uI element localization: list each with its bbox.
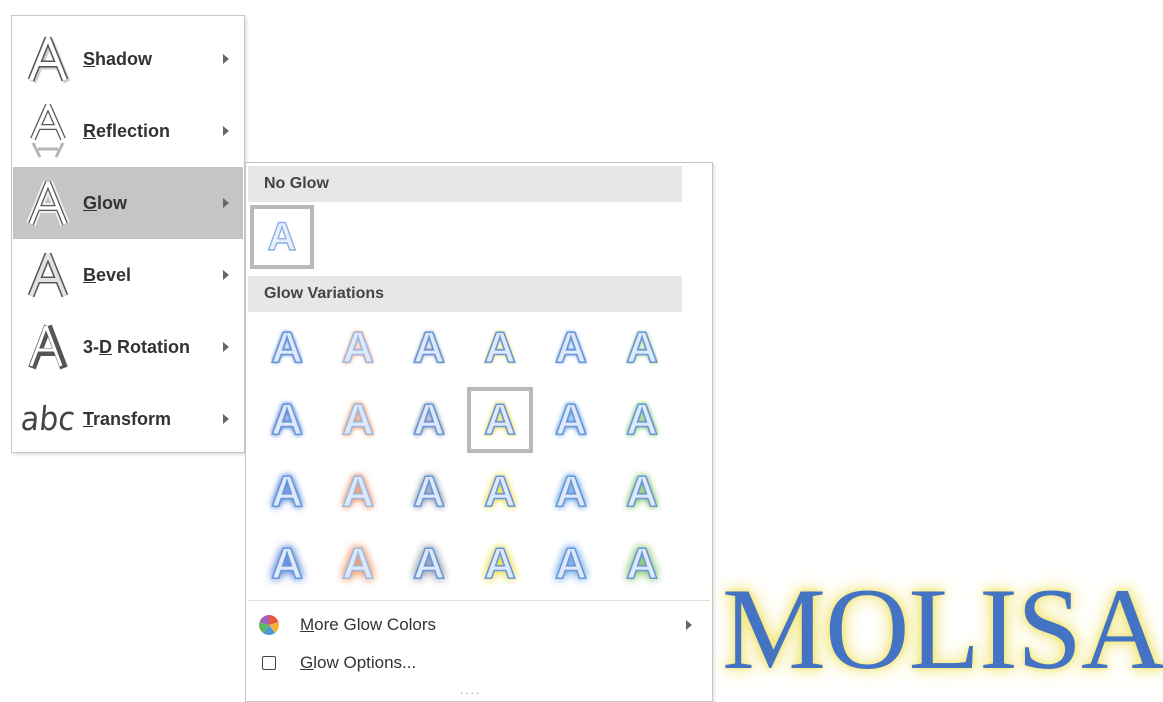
swatch-letter: A <box>270 539 303 588</box>
glow-variation-swatch[interactable]: A <box>325 387 391 453</box>
no-glow-header: No Glow <box>248 166 682 202</box>
swatch-letter: A <box>412 539 445 588</box>
swatch-letter: A <box>625 539 658 588</box>
submenu-arrow-icon <box>223 270 229 280</box>
swatch-letter: A <box>270 467 303 516</box>
resize-grip-icon[interactable]: .... <box>460 683 481 697</box>
glow-variation-swatch[interactable]: A <box>254 531 320 597</box>
glow-variation-swatch[interactable]: A <box>467 315 533 381</box>
swatch-letter: A <box>341 395 374 444</box>
swatch-letter: A <box>625 395 658 444</box>
swatch-letter: A <box>341 323 374 372</box>
menu-item-label: Glow <box>83 192 128 213</box>
glow-variation-swatch[interactable]: A <box>254 387 320 453</box>
gallery-divider <box>248 600 710 601</box>
menu-item-label: Shadow <box>83 48 153 69</box>
swatch-letter: A <box>554 323 587 372</box>
swatch-letter: A <box>412 323 445 372</box>
glow-variation-swatch[interactable]: A <box>609 531 675 597</box>
glow-variation-swatch[interactable]: A <box>396 531 462 597</box>
swatch-letter: A <box>341 539 374 588</box>
glow-options-item[interactable]: Glow Options... <box>248 644 708 682</box>
glow-variation-swatch[interactable]: A <box>325 315 391 381</box>
transform-effect-icon: abc <box>19 399 77 439</box>
glow-variation-swatch[interactable]: A <box>467 531 533 597</box>
glow-variation-swatch[interactable]: A <box>254 315 320 381</box>
submenu-arrow-icon <box>223 414 229 424</box>
swatch-letter: A <box>554 395 587 444</box>
swatch-letter: A <box>483 539 516 588</box>
text-effects-menu: Shadow Reflection Glow Bevel 3-D Rotatio… <box>11 15 245 453</box>
menu-item-reflection[interactable]: Reflection <box>13 95 243 167</box>
glow-variation-swatch[interactable]: A <box>325 459 391 525</box>
swatch-letter: A <box>412 395 445 444</box>
swatch-letter: A <box>554 467 587 516</box>
swatch-letter: A <box>554 539 587 588</box>
submenu-arrow-icon <box>223 342 229 352</box>
no-glow-swatch[interactable]: A <box>250 205 314 269</box>
menu-item-label: 3-D Rotation <box>83 336 191 357</box>
glow-gallery-panel: No Glow A Glow Variations AAAAAAAAAAAAAA… <box>245 162 713 702</box>
glow-variation-swatch[interactable]: A <box>467 459 533 525</box>
checkbox-icon <box>248 656 290 670</box>
swatch-letter: A <box>625 323 658 372</box>
glow-variations-header: Glow Variations <box>248 276 682 312</box>
glow-effect-icon <box>13 173 83 233</box>
swatch-letter: A <box>270 323 303 372</box>
glow-options-label: Glow Options... <box>300 653 417 672</box>
submenu-arrow-icon <box>223 198 229 208</box>
glow-variation-swatch[interactable]: A <box>538 315 604 381</box>
menu-item-label: Transform <box>83 408 172 429</box>
submenu-arrow-icon <box>223 126 229 136</box>
glow-variation-swatch[interactable]: A <box>538 459 604 525</box>
more-glow-colors-label: More Glow Colors <box>300 615 437 634</box>
more-glow-colors-item[interactable]: More Glow Colors <box>248 606 708 644</box>
shadow-effect-icon <box>13 29 83 89</box>
submenu-arrow-icon <box>686 620 692 630</box>
menu-item-label: Bevel <box>83 264 132 285</box>
color-palette-icon <box>248 614 290 636</box>
glow-variation-swatch[interactable]: A <box>538 387 604 453</box>
glow-variation-swatch[interactable]: A <box>467 387 533 453</box>
swatch-letter: A <box>483 395 516 444</box>
swatch-letter: A <box>483 323 516 372</box>
swatch-letter: A <box>267 215 297 259</box>
bevel-effect-icon <box>13 245 83 305</box>
submenu-arrow-icon <box>223 54 229 64</box>
glow-variation-swatch[interactable]: A <box>254 459 320 525</box>
menu-item-shadow[interactable]: Shadow <box>13 23 243 95</box>
reflection-effect-icon <box>13 101 83 161</box>
swatch-letter: A <box>483 467 516 516</box>
menu-item-bevel[interactable]: Bevel <box>13 239 243 311</box>
glow-variation-swatch[interactable]: A <box>396 315 462 381</box>
menu-item-3d-rotation[interactable]: 3-D Rotation <box>13 311 243 383</box>
swatch-letter: A <box>625 467 658 516</box>
swatch-letter: A <box>270 395 303 444</box>
glow-variation-swatch[interactable]: A <box>609 387 675 453</box>
glow-variation-swatch[interactable]: A <box>396 459 462 525</box>
menu-item-glow[interactable]: Glow <box>13 167 243 239</box>
sample-glow-text: MOLISA <box>722 565 1163 694</box>
menu-item-transform[interactable]: abc Transform <box>13 383 243 455</box>
swatch-letter: A <box>412 467 445 516</box>
swatch-letter: A <box>341 467 374 516</box>
glow-variation-swatch[interactable]: A <box>609 459 675 525</box>
menu-item-label: Reflection <box>83 120 171 141</box>
glow-variation-swatch[interactable]: A <box>609 315 675 381</box>
3d-rotation-effect-icon <box>13 317 83 377</box>
glow-variation-swatch[interactable]: A <box>325 531 391 597</box>
glow-variation-swatch[interactable]: A <box>396 387 462 453</box>
glow-variation-swatch[interactable]: A <box>538 531 604 597</box>
